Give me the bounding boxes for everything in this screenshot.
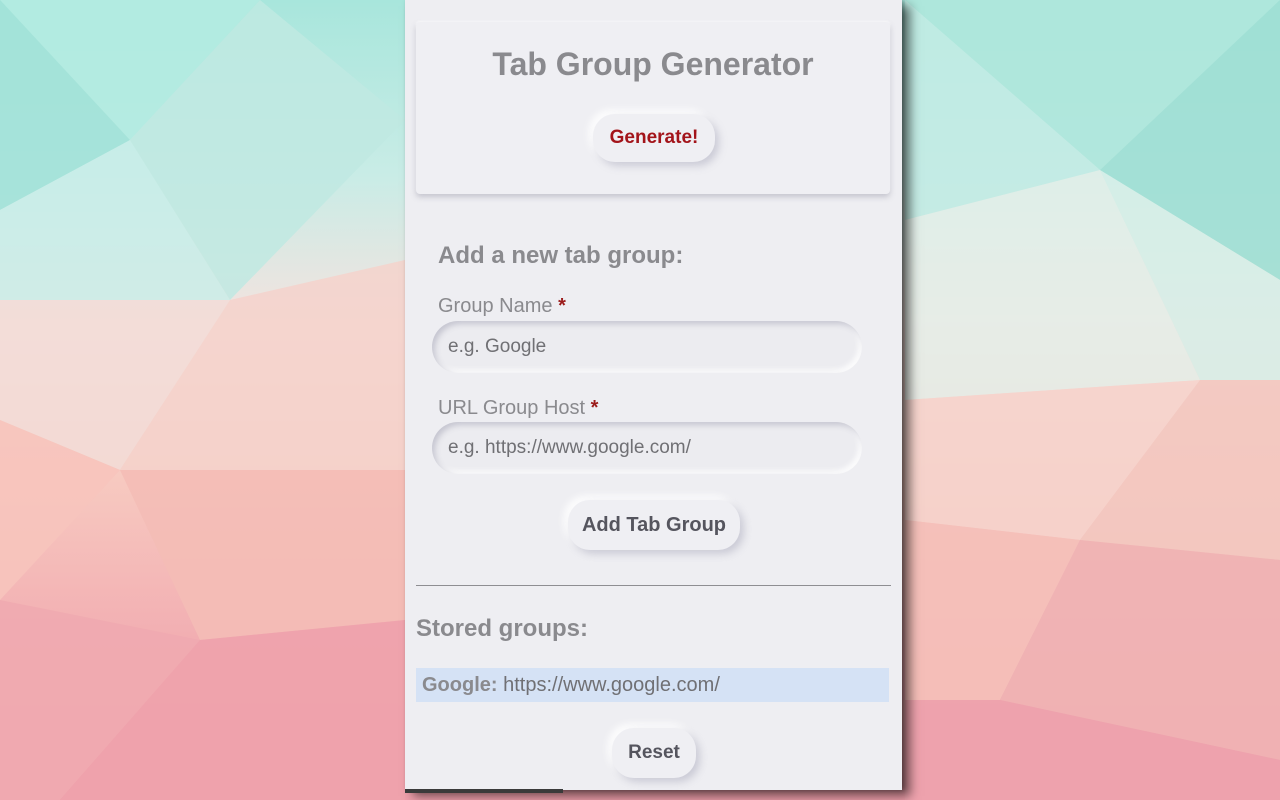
reset-button[interactable]: Reset (612, 728, 696, 778)
group-name-label: Group Name * (438, 295, 566, 318)
stored-group-name: Google: (422, 674, 498, 696)
app-title: Tab Group Generator (492, 46, 814, 82)
stored-groups-heading: Stored groups: (416, 615, 588, 642)
window-edge (405, 789, 563, 793)
section-divider (416, 585, 891, 586)
required-marker: * (558, 295, 566, 317)
url-host-label-text: URL Group Host (438, 397, 586, 419)
add-tab-group-button[interactable]: Add Tab Group (568, 500, 740, 550)
header-card: Tab Group Generator (416, 22, 890, 194)
add-group-heading: Add a new tab group: (438, 242, 684, 269)
group-name-input[interactable] (432, 321, 862, 373)
stored-group-row[interactable]: Google: https://www.google.com/ (416, 668, 889, 702)
group-name-label-text: Group Name (438, 295, 553, 317)
url-host-label: URL Group Host * (438, 397, 598, 420)
stored-group-url: https://www.google.com/ (503, 674, 720, 696)
url-host-input[interactable] (432, 422, 862, 474)
required-marker: * (590, 397, 599, 419)
generate-button[interactable]: Generate! (593, 114, 715, 162)
